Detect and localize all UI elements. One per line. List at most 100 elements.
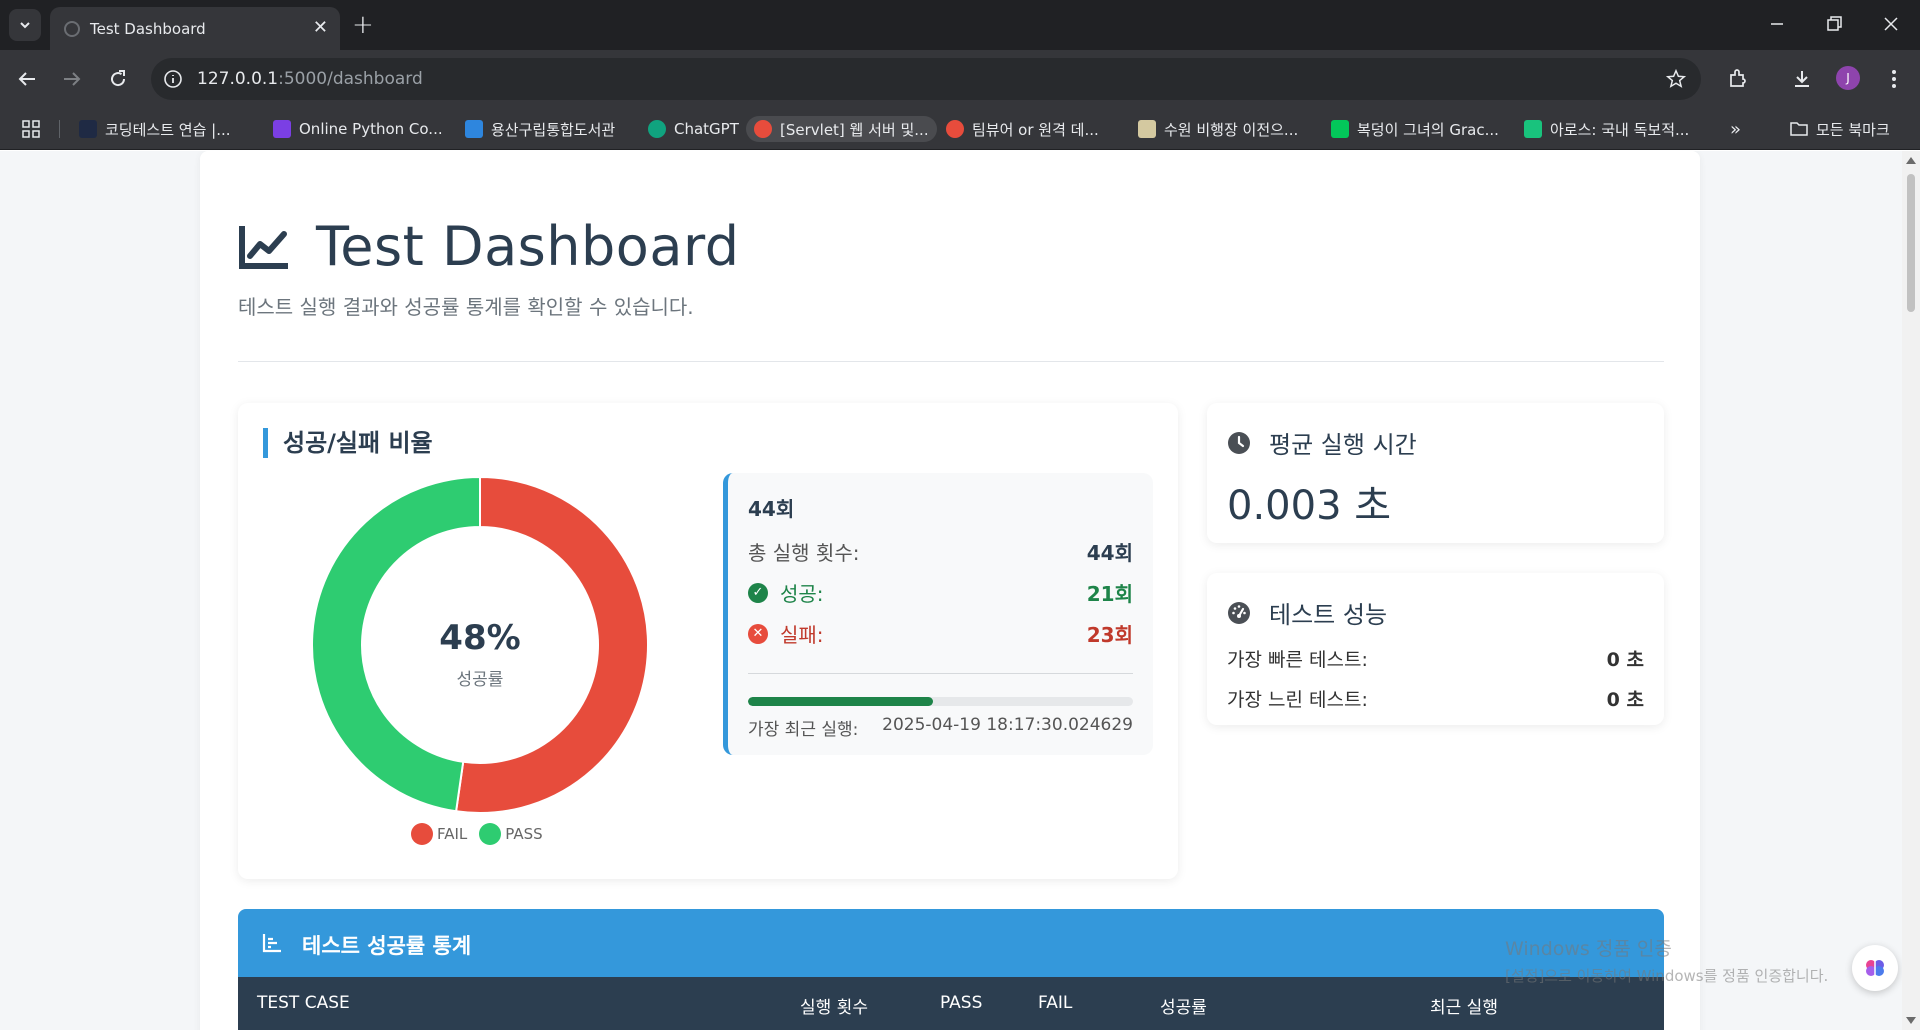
col-success-rate[interactable]: 성공률 <box>1160 993 1207 1018</box>
bookmark-label: 수원 비행장 이전으... <box>1164 120 1299 139</box>
slowest-test-label: 가장 느린 테스트: <box>1227 689 1368 711</box>
bookmark-label: [Servlet] 웹 서버 및... <box>780 120 929 139</box>
scroll-thumb[interactable] <box>1907 174 1915 312</box>
success-label: 성공: <box>780 582 824 606</box>
fail-label: 실패: <box>780 623 824 647</box>
site-info-icon[interactable] <box>163 69 183 89</box>
ratio-card-heading: 성공/실패 비율 <box>263 428 433 458</box>
success-rate-value: 48% <box>439 618 521 658</box>
avg-time-title-text: 평균 실행 시간 <box>1269 431 1417 459</box>
bookmark-item[interactable]: 용산구립통합도서관 <box>465 116 615 142</box>
bookmark-favicon <box>754 120 772 138</box>
slowest-test-value: 0 초 <box>1606 689 1644 711</box>
forward-arrow-icon[interactable] <box>60 67 84 91</box>
scroll-up-arrow[interactable] <box>1906 157 1916 164</box>
folder-icon <box>1790 122 1808 136</box>
recent-run-row: 가장 최근 실행: 2025-04-19 18:17:30.024629 <box>748 715 1133 740</box>
bookmark-item[interactable]: Online Python Co... <box>273 116 443 142</box>
bar-chart-icon <box>262 934 281 953</box>
page-title: Test Dashboard <box>316 215 740 278</box>
bookmark-favicon <box>1138 120 1156 138</box>
minimize-icon[interactable] <box>1765 12 1789 36</box>
brain-icon <box>1866 960 1884 976</box>
back-arrow-icon[interactable] <box>15 67 39 91</box>
bookmark-star-icon[interactable] <box>1665 68 1687 90</box>
profile-avatar[interactable]: J <box>1836 66 1860 90</box>
legend-item-fail[interactable]: FAIL <box>411 823 467 845</box>
reload-icon[interactable] <box>106 67 130 91</box>
chevron-down-icon <box>20 22 30 29</box>
bookmark-item[interactable]: 팀뷰어 or 원격 데... <box>946 116 1099 142</box>
fastest-test-label: 가장 빠른 테스트: <box>1227 649 1368 671</box>
success-value: 21회 <box>1086 582 1133 606</box>
watermark-line2: [설정]으로 이동하여 Windows를 정품 인증합니다. <box>1505 967 1829 985</box>
bookmarks-separator <box>59 120 60 138</box>
fail-value: 23회 <box>1086 623 1133 647</box>
download-icon[interactable] <box>1790 67 1814 91</box>
recent-run-value: 2025-04-19 18:17:30.024629 <box>882 715 1133 735</box>
bookmark-favicon <box>79 120 97 138</box>
bookmark-item[interactable]: ChatGPT <box>648 116 739 142</box>
tab-search-button[interactable] <box>9 9 41 41</box>
legend-label: FAIL <box>437 825 468 843</box>
apps-grid-icon[interactable] <box>22 120 40 138</box>
bookmark-label: Online Python Co... <box>299 120 443 138</box>
summary-panel: 44회 총 실행 횟수: 44회 ✓ 성공: 21회 ✕ 실패: 23회 가장 … <box>723 473 1153 755</box>
browser-toolbar: 127.0.0.1:5000/dashboard J <box>0 50 1920 108</box>
chart-legend: FAIL PASS <box>411 823 555 845</box>
browser-tab[interactable]: Test Dashboard ✕ <box>50 7 340 50</box>
watermark-line1: Windows 정품 인증 <box>1505 938 1672 960</box>
tab-bar: Test Dashboard ✕ + <box>0 0 1920 50</box>
tab-title: Test Dashboard <box>90 20 206 38</box>
col-recent-run[interactable]: 최근 실행 <box>1430 993 1498 1018</box>
donut-center: 48% 성공률 <box>310 475 650 815</box>
col-pass[interactable]: PASS <box>940 993 982 1013</box>
bookmark-item[interactable]: 수원 비행장 이전으... <box>1138 116 1298 142</box>
col-run-count[interactable]: 실행 횟수 <box>800 993 868 1018</box>
legend-item-pass[interactable]: PASS <box>479 823 543 845</box>
bookmark-favicon <box>648 120 666 138</box>
x-circle-icon: ✕ <box>748 623 768 644</box>
new-tab-button[interactable]: + <box>352 10 374 40</box>
total-runs-row: 총 실행 횟수: 44회 <box>748 537 1133 566</box>
page-subtitle: 테스트 실행 결과와 성공률 통계를 확인할 수 있습니다. <box>238 295 694 319</box>
url-path: :5000/dashboard <box>278 69 423 89</box>
bookmark-label: 팀뷰어 or 원격 데... <box>972 120 1099 139</box>
col-test-case[interactable]: TEST CASE <box>257 993 350 1013</box>
check-circle-icon: ✓ <box>748 582 768 603</box>
restore-icon[interactable] <box>1822 12 1846 36</box>
page-scrollbar[interactable] <box>1902 151 1920 1030</box>
success-row: ✓ 성공: 21회 <box>748 578 1133 607</box>
col-fail[interactable]: FAIL <box>1038 993 1072 1013</box>
url-host: 127.0.0.1 <box>197 69 279 89</box>
dashboard-container: Test Dashboard 테스트 실행 결과와 성공률 통계를 확인할 수 … <box>200 151 1700 1030</box>
recent-run-label: 가장 최근 실행: <box>748 720 859 740</box>
gauge-icon <box>1228 601 1250 624</box>
all-bookmarks-folder[interactable]: 모든 북마크 <box>1790 116 1890 142</box>
page-header: Test Dashboard <box>238 215 739 278</box>
ratio-card: 성공/실패 비율 48% 성공률 FAIL PASS 44회 총 실행 횟수: … <box>238 403 1178 879</box>
fastest-test-value: 0 초 <box>1606 649 1644 671</box>
globe-icon <box>64 21 80 37</box>
legend-swatch <box>479 823 502 845</box>
more-menu-icon[interactable] <box>1882 67 1906 91</box>
address-bar[interactable]: 127.0.0.1:5000/dashboard <box>151 58 1701 100</box>
bookmark-label: ChatGPT <box>674 120 739 138</box>
bookmark-label: 코딩테스트 연습 |... <box>105 120 231 139</box>
performance-card: 테스트 성능 가장 빠른 테스트: 0 초 가장 느린 테스트: 0 초 <box>1207 573 1664 725</box>
success-progress-bar <box>748 697 1133 706</box>
bookmarks-bar: 코딩테스트 연습 |... Online Python Co... 용산구립통합… <box>0 108 1920 150</box>
bookmarks-overflow-button[interactable]: » <box>1730 116 1741 142</box>
bookmark-item[interactable]: 코딩테스트 연습 |... <box>79 116 231 142</box>
assistant-floating-button[interactable] <box>1852 945 1898 991</box>
close-tab-icon[interactable]: ✕ <box>313 18 328 38</box>
scroll-down-arrow[interactable] <box>1906 1017 1916 1024</box>
bookmark-item[interactable]: 복덩이 그녀의 Grac... <box>1331 116 1499 142</box>
legend-swatch <box>411 823 433 845</box>
bookmark-item[interactable]: 아로스: 국내 독보적... <box>1524 116 1689 142</box>
extensions-icon[interactable] <box>1726 67 1750 91</box>
bookmark-item[interactable]: [Servlet] 웹 서버 및... <box>746 116 937 142</box>
avg-time-value: 0.003 초 <box>1227 483 1392 529</box>
bookmark-favicon <box>273 120 291 138</box>
close-window-icon[interactable] <box>1879 12 1903 36</box>
